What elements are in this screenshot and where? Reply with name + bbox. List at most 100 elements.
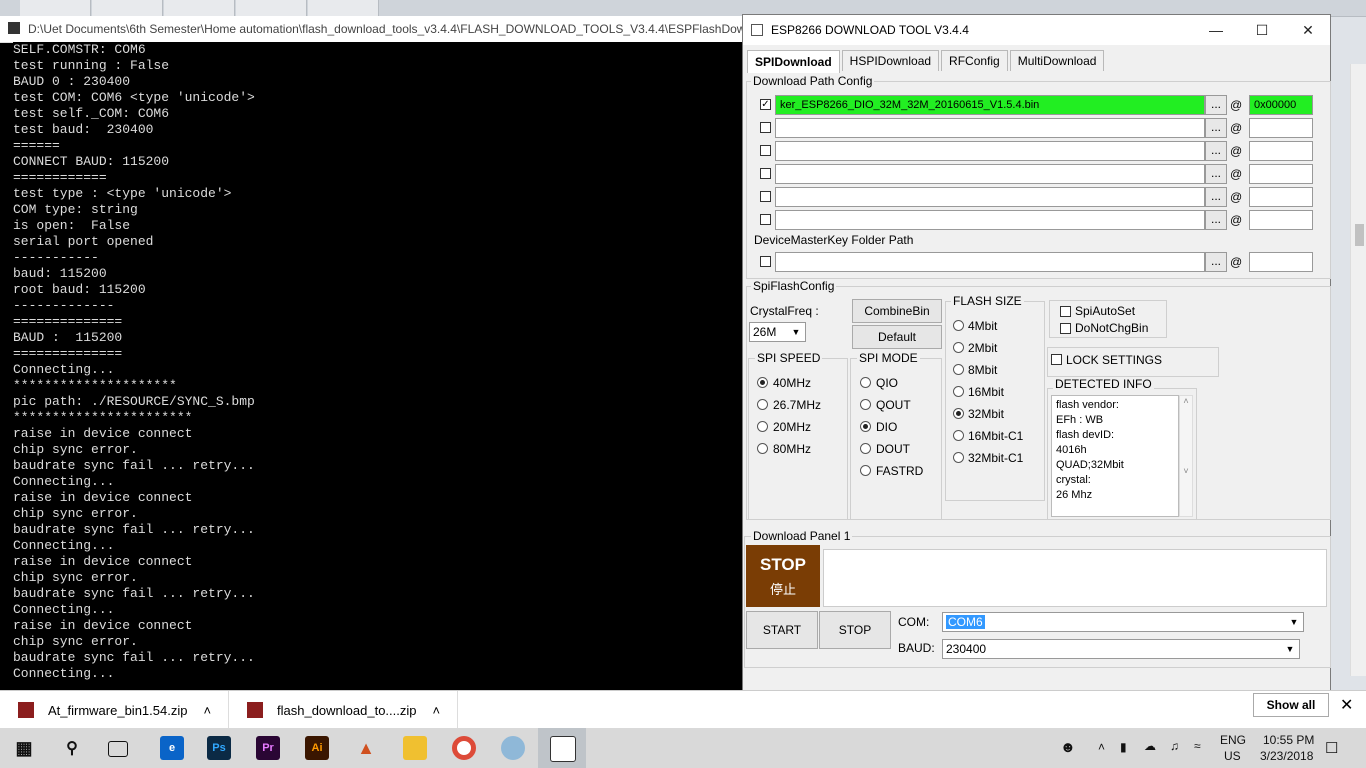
- show-all-button[interactable]: Show all: [1253, 693, 1329, 717]
- crystal-select[interactable]: 26M ▼: [749, 322, 806, 342]
- addr-field-2[interactable]: [1249, 118, 1313, 138]
- mode-radio-qio[interactable]: [860, 377, 871, 388]
- photoshop-icon[interactable]: Ps: [207, 736, 231, 760]
- browser-tab[interactable]: [164, 0, 235, 16]
- tab-rfconfig[interactable]: RFConfig: [941, 50, 1008, 71]
- master-key-addr[interactable]: [1249, 252, 1313, 272]
- addr-field-4[interactable]: [1249, 164, 1313, 184]
- people-icon[interactable]: ☻: [1060, 739, 1076, 756]
- detected-info-scrollbar[interactable]: ˄ ˅: [1179, 395, 1193, 517]
- flash-radio-8mbit[interactable]: [953, 364, 964, 375]
- do-not-chg-bin-checkbox[interactable]: [1060, 323, 1071, 334]
- mode-radio-dout[interactable]: [860, 443, 871, 454]
- tab-multidownload[interactable]: MultiDownload: [1009, 50, 1105, 71]
- wifi-icon[interactable]: ≈: [1194, 739, 1201, 753]
- task-view-icon[interactable]: [108, 741, 128, 757]
- edge-icon[interactable]: e: [160, 736, 184, 760]
- flash-radio-4mbit[interactable]: [953, 320, 964, 331]
- battery-icon[interactable]: ▮: [1120, 740, 1127, 754]
- browser-tab[interactable]: [92, 0, 163, 16]
- matlab-icon[interactable]: ▲: [354, 736, 378, 760]
- default-button[interactable]: Default: [852, 325, 942, 349]
- path-field-1[interactable]: ker_ESP8266_DIO_32M_32M_20160615_V1.5.4.…: [775, 95, 1205, 115]
- addr-field-1[interactable]: 0x00000: [1249, 95, 1313, 115]
- speed-radio-20mhz[interactable]: [757, 421, 768, 432]
- combine-bin-button[interactable]: CombineBin: [852, 299, 942, 323]
- path-field-6[interactable]: [775, 210, 1205, 230]
- mode-radio-fastrd[interactable]: [860, 465, 871, 476]
- minimize-icon[interactable]: —: [1193, 15, 1239, 45]
- flash-radio-16mbit-c1[interactable]: [953, 430, 964, 441]
- paint-icon[interactable]: [501, 736, 525, 760]
- download-item-1[interactable]: At_firmware_bin1.54.zip ˄: [0, 691, 229, 729]
- volume-icon[interactable]: ♫: [1170, 739, 1179, 753]
- tool-tabs: SPIDownload HSPIDownload RFConfig MultiD…: [747, 50, 1106, 73]
- chevron-up-icon[interactable]: ˄: [432, 703, 440, 718]
- start-icon[interactable]: ▦: [12, 736, 36, 760]
- chevron-up-icon[interactable]: ˄: [1098, 740, 1105, 754]
- master-key-field[interactable]: [775, 252, 1205, 272]
- speed-radio-80mhz[interactable]: [757, 443, 768, 454]
- path-checkbox-3[interactable]: [760, 145, 771, 156]
- download-item-2[interactable]: flash_download_to....zip ˄: [229, 691, 458, 729]
- clock-date[interactable]: 3/23/2018: [1260, 749, 1313, 763]
- path-checkbox-5[interactable]: [760, 191, 771, 202]
- spi-auto-set-checkbox[interactable]: [1060, 306, 1071, 317]
- path-checkbox-2[interactable]: [760, 122, 771, 133]
- close-icon[interactable]: ✕: [1340, 695, 1353, 715]
- chevron-up-icon[interactable]: ˄: [203, 703, 211, 718]
- illustrator-icon[interactable]: Ai: [305, 736, 329, 760]
- lang-bottom[interactable]: US: [1224, 749, 1241, 763]
- maximize-icon[interactable]: ☐: [1239, 15, 1285, 45]
- path-field-2[interactable]: [775, 118, 1205, 138]
- baud-select[interactable]: 230400 ▼: [942, 639, 1300, 659]
- addr-field-3[interactable]: [1249, 141, 1313, 161]
- esp-tool-icon[interactable]: [550, 736, 576, 762]
- file-explorer-icon[interactable]: [403, 736, 427, 760]
- speed-radio-40mhz[interactable]: [757, 377, 768, 388]
- browser-tab[interactable]: [20, 0, 91, 16]
- browse-button-5[interactable]: ...: [1205, 187, 1227, 207]
- flash-radio-32mbit-c1[interactable]: [953, 452, 964, 463]
- search-icon[interactable]: ⚲: [60, 736, 84, 760]
- tab-hspidownload[interactable]: HSPIDownload: [841, 50, 940, 71]
- browser-tab[interactable]: [308, 0, 379, 16]
- start-button[interactable]: START: [746, 611, 818, 649]
- path-field-5[interactable]: [775, 187, 1205, 207]
- close-icon[interactable]: ✕: [1285, 15, 1331, 45]
- path-field-4[interactable]: [775, 164, 1205, 184]
- browse-button-2[interactable]: ...: [1205, 118, 1227, 138]
- master-key-browse[interactable]: ...: [1205, 252, 1227, 272]
- addr-field-5[interactable]: [1249, 187, 1313, 207]
- flash-radio-16mbit[interactable]: [953, 386, 964, 397]
- scrollbar-thumb[interactable]: [1355, 224, 1364, 246]
- master-key-checkbox[interactable]: [760, 256, 771, 267]
- speed-radio-26mhz[interactable]: [757, 399, 768, 410]
- path-field-3[interactable]: [775, 141, 1205, 161]
- com-select[interactable]: COM6 ▼: [942, 612, 1304, 632]
- tab-spidownload[interactable]: SPIDownload: [747, 50, 840, 73]
- flash-radio-32mbit[interactable]: [953, 408, 964, 419]
- flash-radio-2mbit[interactable]: [953, 342, 964, 353]
- mode-radio-qout[interactable]: [860, 399, 871, 410]
- lock-settings-checkbox[interactable]: [1051, 354, 1062, 365]
- mode-radio-dio[interactable]: [860, 421, 871, 432]
- lang-top[interactable]: ENG: [1220, 733, 1246, 747]
- stop-button[interactable]: STOP: [819, 611, 891, 649]
- premiere-icon[interactable]: Pr: [256, 736, 280, 760]
- notification-icon[interactable]: ☐: [1325, 739, 1338, 757]
- browser-tab[interactable]: [236, 0, 307, 16]
- chrome-icon[interactable]: [452, 736, 476, 760]
- background-scrollbar[interactable]: [1350, 64, 1366, 676]
- path-checkbox-6[interactable]: [760, 214, 771, 225]
- clock-time[interactable]: 10:55 PM: [1263, 733, 1314, 747]
- browse-button-3[interactable]: ...: [1205, 141, 1227, 161]
- addr-field-6[interactable]: [1249, 210, 1313, 230]
- path-checkbox-1[interactable]: ✓: [760, 99, 771, 110]
- cloud-icon[interactable]: ☁: [1144, 739, 1156, 753]
- path-checkbox-4[interactable]: [760, 168, 771, 179]
- browse-button-4[interactable]: ...: [1205, 164, 1227, 184]
- browse-button-1[interactable]: ...: [1205, 95, 1227, 115]
- browse-button-6[interactable]: ...: [1205, 210, 1227, 230]
- flash-label-4mbit: 4Mbit: [968, 319, 998, 333]
